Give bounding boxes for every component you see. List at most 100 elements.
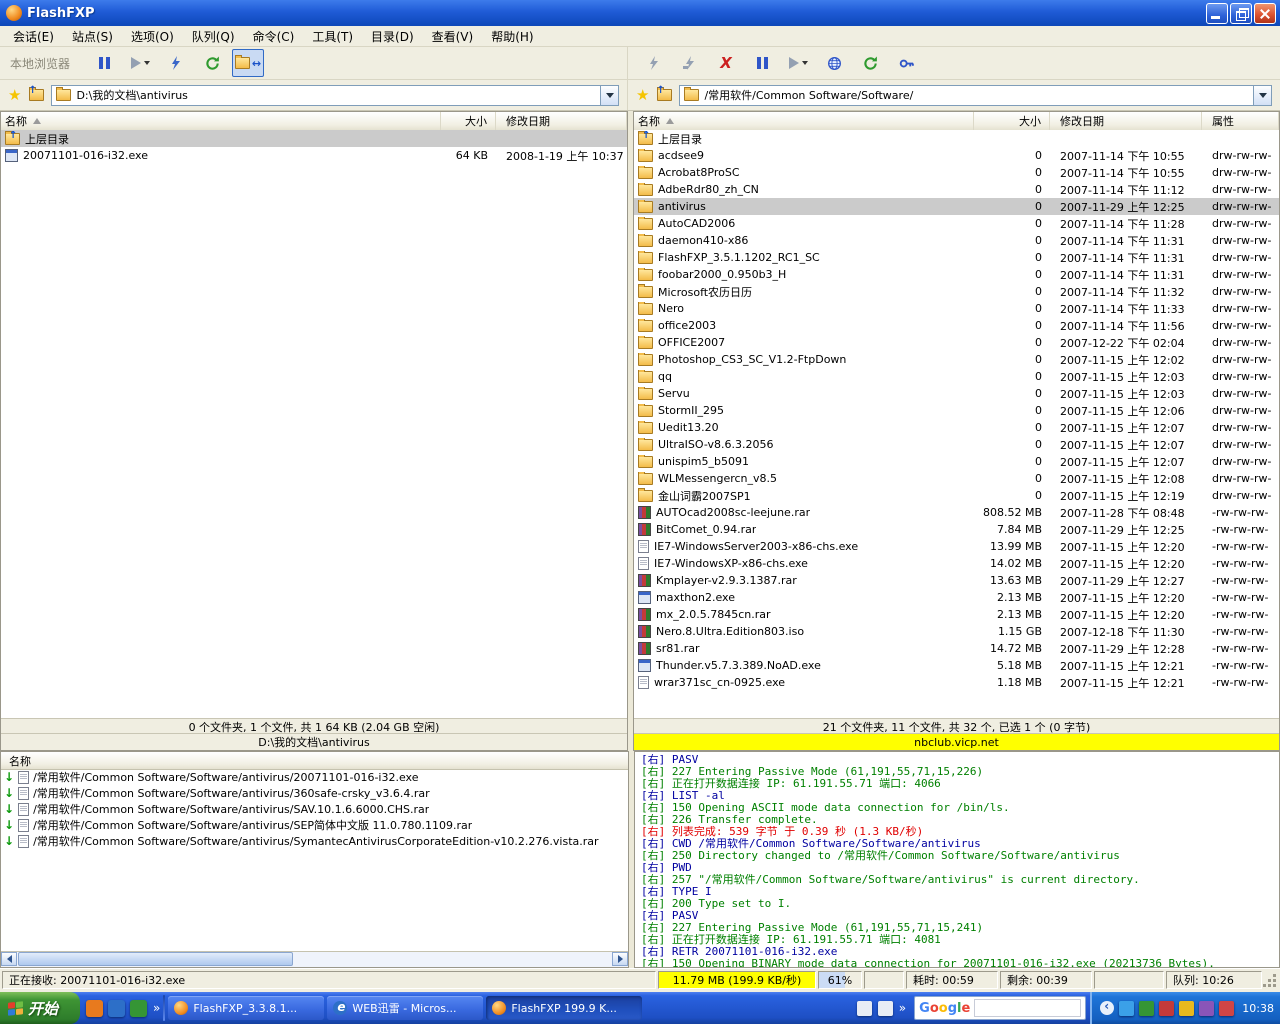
minimize-button[interactable] [1206, 3, 1228, 24]
local-path-combobox[interactable]: D:\我的文档\antivirus [51, 85, 619, 106]
column-header-name[interactable]: 名称 [634, 112, 974, 130]
file-row[interactable]: IE7-WindowsXP-x86-chs.exe14.02 MB2007-11… [634, 555, 1279, 572]
file-row[interactable]: foobar2000_0.950b3_H02007-11-14 下午 11:31… [634, 266, 1279, 283]
file-row[interactable]: office200302007-11-14 下午 11:56drw-rw-rw- [634, 317, 1279, 334]
disconnect-button[interactable] [710, 49, 742, 77]
file-row[interactable]: AdbeRdr80_zh_CN02007-11-14 下午 11:12drw-r… [634, 181, 1279, 198]
connect-button[interactable] [638, 49, 670, 77]
scrollbar-thumb[interactable] [18, 952, 293, 966]
hide-icons-button[interactable] [1100, 1001, 1114, 1015]
file-row[interactable]: UltraISO-v8.6.3.205602007-11-15 上午 12:07… [634, 436, 1279, 453]
column-header-date[interactable]: 修改日期 [496, 112, 627, 130]
file-row[interactable]: Acrobat8ProSC02007-11-14 下午 10:55drw-rw-… [634, 164, 1279, 181]
tray-icon[interactable] [1219, 1001, 1234, 1016]
menu-item[interactable]: 站点(S) [63, 26, 122, 47]
file-row[interactable]: IE7-WindowsServer2003-x86-chs.exe13.99 M… [634, 538, 1279, 555]
local-browser-label[interactable]: 本地浏览器 [8, 55, 84, 72]
file-row[interactable]: antivirus02007-11-29 上午 12:25drw-rw-rw- [634, 198, 1279, 215]
file-row[interactable]: Nero02007-11-14 下午 11:33drw-rw-rw- [634, 300, 1279, 317]
site-to-site-button[interactable] [818, 49, 850, 77]
menu-item[interactable]: 目录(D) [362, 26, 423, 47]
queue-column-header[interactable]: 名称 [1, 752, 628, 770]
title-bar[interactable]: FlashFXP [0, 0, 1280, 26]
column-header-date[interactable]: 修改日期 [1050, 112, 1202, 130]
scroll-left-button[interactable] [1, 952, 17, 966]
menu-item[interactable]: 查看(V) [423, 26, 483, 47]
deskband-icon[interactable] [878, 1001, 893, 1016]
quick-launch-icon[interactable] [86, 1000, 103, 1017]
queue-item[interactable]: /常用软件/Common Software/Software/antivirus… [1, 785, 628, 801]
quick-launch-overflow[interactable] [153, 1001, 160, 1015]
local-parent-folder-button[interactable]: ↑ [26, 86, 46, 104]
file-row[interactable]: Servu02007-11-15 上午 12:03drw-rw-rw- [634, 385, 1279, 402]
deskband-icon[interactable] [857, 1001, 872, 1016]
file-row[interactable]: Uedit13.2002007-11-15 上午 12:07drw-rw-rw- [634, 419, 1279, 436]
menu-item[interactable]: 队列(Q) [183, 26, 244, 47]
queue-item[interactable]: /常用软件/Common Software/Software/antivirus… [1, 833, 628, 849]
start-button[interactable]: 开始 [0, 992, 80, 1024]
dropdown-button[interactable] [1253, 86, 1271, 105]
file-row[interactable]: Kmplayer-v2.9.3.1387.rar13.63 MB2007-11-… [634, 572, 1279, 589]
scrollbar-track[interactable] [293, 952, 612, 967]
quick-launch-icon[interactable] [130, 1000, 147, 1017]
file-row[interactable]: acdsee902007-11-14 下午 10:55drw-rw-rw- [634, 147, 1279, 164]
queue-item[interactable]: /常用软件/Common Software/Software/antivirus… [1, 769, 628, 785]
tray-icon[interactable] [1179, 1001, 1194, 1016]
refresh-button[interactable] [196, 49, 228, 77]
file-row[interactable]: Microsoft农历日历02007-11-14 下午 11:32drw-rw-… [634, 283, 1279, 300]
transfer-button[interactable] [160, 49, 192, 77]
file-row[interactable]: OFFICE200702007-12-22 下午 02:04drw-rw-rw- [634, 334, 1279, 351]
menu-item[interactable]: 选项(O) [122, 26, 183, 47]
folder-compare-toggle[interactable] [232, 49, 264, 77]
start-transfer-button[interactable] [124, 49, 156, 77]
favorites-star-icon[interactable]: ★ [636, 88, 649, 103]
deskband-overflow[interactable] [899, 1001, 906, 1015]
file-row[interactable]: StormII_29502007-11-15 上午 12:06drw-rw-rw… [634, 402, 1279, 419]
menu-item[interactable]: 帮助(H) [482, 26, 542, 47]
pause-button[interactable] [88, 49, 120, 77]
file-row[interactable]: Photoshop_CS3_SC_V1.2-FtpDown02007-11-15… [634, 351, 1279, 368]
file-row[interactable]: 上层目录 [1, 130, 627, 147]
column-header-size[interactable]: 大小 [974, 112, 1050, 130]
queue-item[interactable]: /常用软件/Common Software/Software/antivirus… [1, 801, 628, 817]
resize-grip[interactable] [1264, 971, 1278, 989]
column-header-attr[interactable]: 属性 [1202, 112, 1279, 130]
file-row[interactable]: BitComet_0.94.rar7.84 MB2007-11-29 上午 12… [634, 521, 1279, 538]
close-button[interactable] [1254, 3, 1276, 24]
file-row[interactable]: wrar371sc_cn-0925.exe1.18 MB2007-11-15 上… [634, 674, 1279, 691]
file-row[interactable]: 金山词霸2007SP102007-11-15 上午 12:19drw-rw-rw… [634, 487, 1279, 504]
queue-h-scrollbar[interactable] [1, 951, 628, 967]
file-row[interactable]: Thunder.v5.7.3.389.NoAD.exe5.18 MB2007-1… [634, 657, 1279, 674]
column-header-name[interactable]: 名称 [1, 112, 441, 130]
file-row[interactable]: 上层目录 [634, 130, 1279, 147]
google-search-bar[interactable]: Google [914, 996, 1086, 1020]
dropdown-button[interactable] [600, 86, 618, 105]
file-row[interactable]: 20071101-016-i32.exe64 KB2008-1-19 上午 10… [1, 147, 627, 164]
file-row[interactable]: AUTOcad2008sc-leejune.rar808.52 MB2007-1… [634, 504, 1279, 521]
scroll-right-button[interactable] [612, 952, 628, 966]
taskbar-task-button[interactable]: FlashFXP 199.9 K... [486, 996, 642, 1020]
file-row[interactable]: unispim5_b509102007-11-15 上午 12:07drw-rw… [634, 453, 1279, 470]
file-row[interactable]: sr81.rar14.72 MB2007-11-29 上午 12:28-rw-r… [634, 640, 1279, 657]
quick-connect-button[interactable] [674, 49, 706, 77]
quick-launch-icon[interactable] [108, 1000, 125, 1017]
tray-icon[interactable] [1139, 1001, 1154, 1016]
remote-refresh-button[interactable] [854, 49, 886, 77]
tray-icon[interactable] [1119, 1001, 1134, 1016]
column-header-size[interactable]: 大小 [441, 112, 496, 130]
menu-item[interactable]: 工具(T) [303, 26, 362, 47]
taskbar-task-button[interactable]: WEB迅雷 - Micros... [327, 996, 483, 1020]
remote-path-combobox[interactable]: /常用软件/Common Software/Software/ [679, 85, 1272, 106]
file-row[interactable]: FlashFXP_3.5.1.1202_RC1_SC02007-11-14 下午… [634, 249, 1279, 266]
file-row[interactable]: WLMessengercn_v8.502007-11-15 上午 12:08dr… [634, 470, 1279, 487]
taskbar-task-button[interactable]: FlashFXP_3.3.8.1... [168, 996, 324, 1020]
remote-start-transfer-button[interactable] [782, 49, 814, 77]
remote-parent-folder-button[interactable]: ↑ [654, 86, 674, 104]
file-row[interactable]: mx_2.0.5.7845cn.rar2.13 MB2007-11-15 上午 … [634, 606, 1279, 623]
identity-button[interactable] [890, 49, 922, 77]
file-row[interactable]: daemon410-x8602007-11-14 下午 11:31drw-rw-… [634, 232, 1279, 249]
menu-item[interactable]: 会话(E) [4, 26, 63, 47]
google-search-input[interactable] [974, 999, 1081, 1017]
remote-pause-button[interactable] [746, 49, 778, 77]
menu-item[interactable]: 命令(C) [244, 26, 304, 47]
